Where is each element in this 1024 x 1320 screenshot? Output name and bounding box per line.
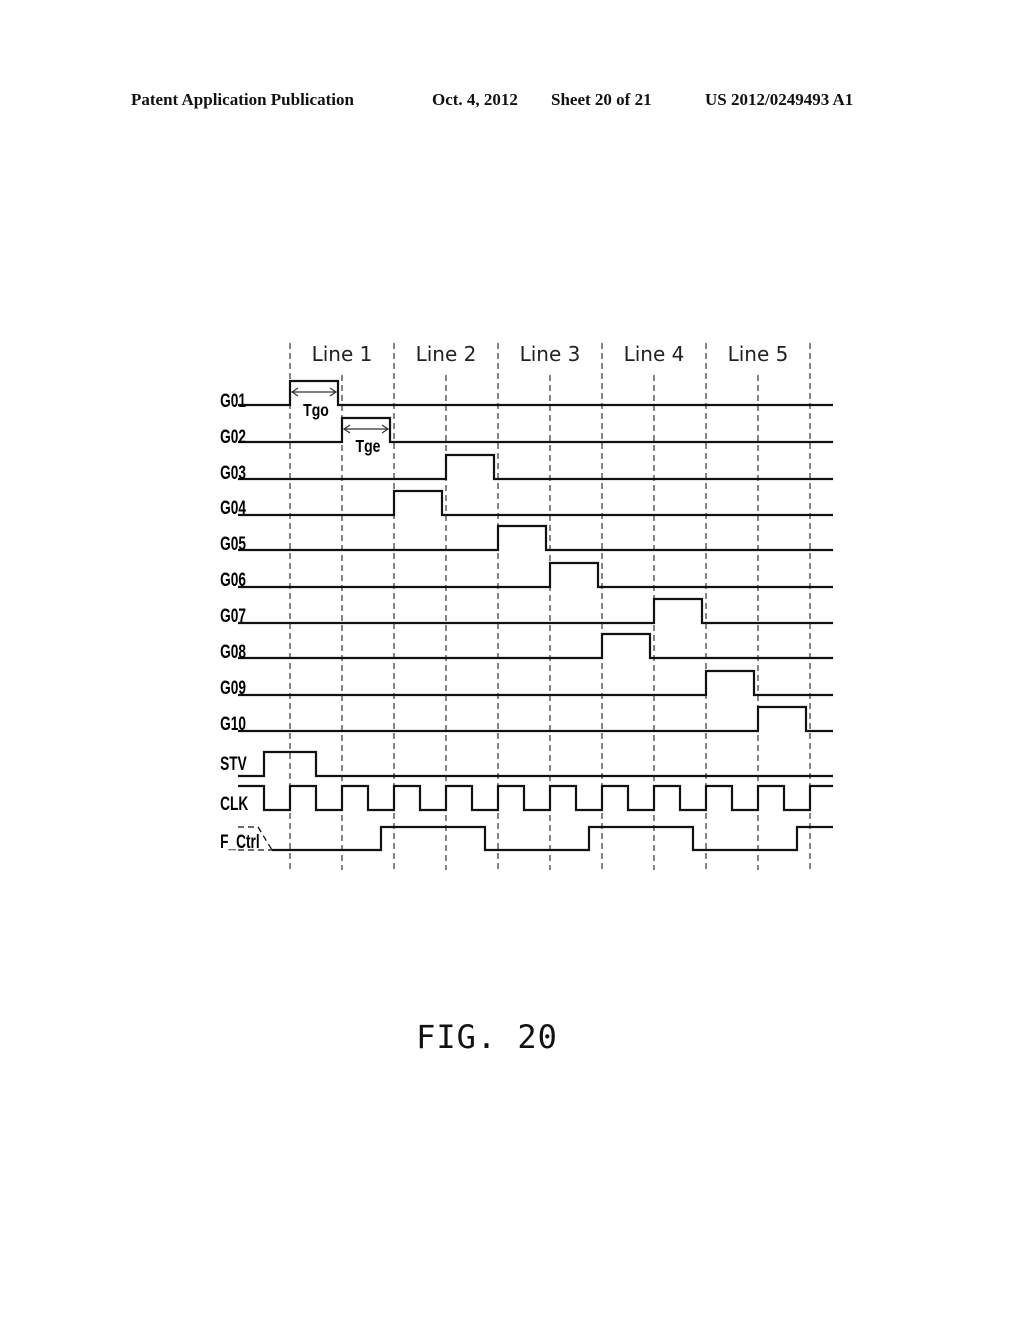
signal-label-g03: G03 [220, 462, 246, 484]
signal-label-g08: G08 [220, 641, 246, 663]
waveform-clk [238, 784, 833, 812]
signal-label-g02: G02 [220, 426, 246, 448]
line-label: Line 2 [416, 342, 477, 366]
tgo-label: Tgo [303, 400, 329, 420]
signal-label-g07: G07 [220, 605, 246, 627]
signal-label-g09: G09 [220, 677, 246, 699]
waveform-g04 [238, 489, 833, 517]
waveform-stv [238, 750, 833, 778]
signal-label-g05: G05 [220, 533, 246, 555]
waveform-g10 [238, 705, 833, 733]
signal-label-g04: G04 [220, 497, 247, 519]
waveform-g02 [238, 416, 833, 444]
signal-labels: G01 G02 G03 G04 G05 G06 G07 G08 G09 G10 STV CLK F_Ct… [220, 390, 260, 853]
timing-diagram: Line 1 Line 2 Line 3 Line 4 Line 5 G01 G02 G03… [220, 342, 833, 870]
figure-caption: FIG. 20 [416, 1018, 558, 1056]
signal-waveforms [238, 379, 833, 852]
waveform-g07 [238, 597, 833, 625]
line-label: Line 3 [520, 342, 581, 366]
line-labels: Line 1 Line 2 Line 3 Line 4 Line 5 [312, 342, 789, 366]
waveform-f-ctrl [272, 825, 833, 852]
line-label: Line 4 [624, 342, 685, 366]
signal-label-stv: STV [220, 753, 247, 775]
signal-label-g06: G06 [220, 569, 246, 591]
tge-label: Tge [356, 436, 381, 456]
line-label: Line 5 [728, 342, 789, 366]
waveform-g06 [238, 561, 833, 589]
line-label: Line 1 [312, 342, 373, 366]
signal-label-g10: G10 [220, 713, 246, 735]
waveform-g05 [238, 524, 833, 552]
signal-label-f-ctrl: F_Ctrl [220, 831, 260, 853]
waveform-g03 [238, 453, 833, 481]
waveform-g08 [238, 632, 833, 660]
waveform-g09 [238, 669, 833, 697]
timing-annotations: Tgo Tge [290, 387, 390, 456]
signal-label-g01: G01 [220, 390, 246, 412]
signal-label-clk: CLK [220, 793, 248, 815]
